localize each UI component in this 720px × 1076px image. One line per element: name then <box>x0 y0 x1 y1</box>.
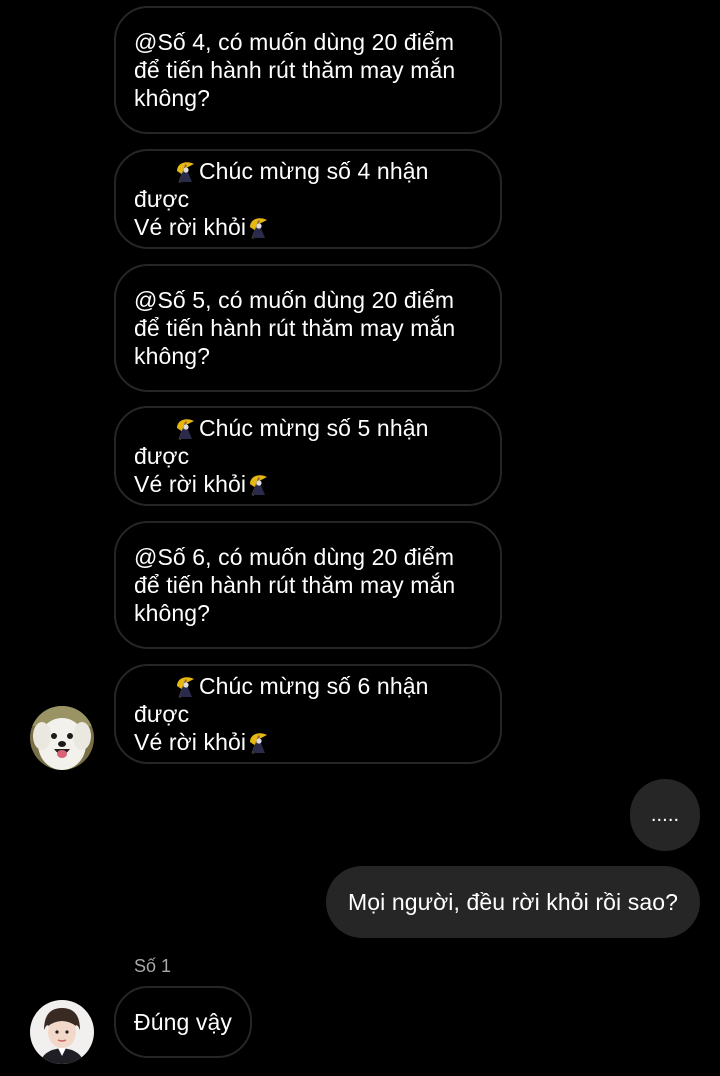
grim-reaper-emoji-icon <box>176 162 194 183</box>
grim-reaper-emoji-icon <box>250 218 268 239</box>
grim-reaper-emoji-icon <box>176 677 194 698</box>
message-bubble-incoming[interactable]: @Số 6, có muốn dùng 20 điểm để tiến hành … <box>114 521 502 649</box>
chat-thread: @Số 4, có muốn dùng 20 điểm để tiến hành … <box>0 0 720 1076</box>
message-bubble-incoming[interactable]: @Số 4, có muốn dùng 20 điểm để tiến hành … <box>114 6 502 134</box>
message-text: Chúc mừng số 6 nhận được Vé rời khỏi <box>134 673 435 755</box>
person-avatar[interactable] <box>30 1000 94 1064</box>
message-bubble-outgoing[interactable]: Mọi người, đều rời khỏi rồi sao? <box>326 866 700 938</box>
message-text: @Số 5, có muốn dùng 20 điểm để tiến hành … <box>134 287 456 369</box>
grim-reaper-emoji-icon <box>250 733 268 754</box>
message-text: Chúc mừng số 4 nhận được Vé rời khỏi <box>134 158 435 240</box>
grim-reaper-emoji-icon <box>250 475 268 496</box>
message-text: Đúng vậy <box>134 1009 232 1035</box>
dog-avatar-icon <box>30 706 94 770</box>
message-bubble-outgoing[interactable]: ..... <box>630 779 700 851</box>
dog-avatar[interactable] <box>30 706 94 770</box>
message-bubble-incoming[interactable]: Chúc mừng số 4 nhận được Vé rời khỏi <box>114 149 502 249</box>
message-bubble-incoming[interactable]: @Số 5, có muốn dùng 20 điểm để tiến hành … <box>114 264 502 392</box>
sender-name: Số 1 <box>134 956 172 976</box>
person-avatar-icon <box>30 1000 94 1064</box>
message-text: Chúc mừng số 5 nhận được Vé rời khỏi <box>134 415 435 497</box>
message-bubble-incoming[interactable]: Chúc mừng số 6 nhận được Vé rời khỏi <box>114 664 502 764</box>
message-text: @Số 4, có muốn dùng 20 điểm để tiến hành … <box>134 29 456 111</box>
message-text: ..... <box>650 804 680 826</box>
message-bubble-incoming[interactable]: Đúng vậy <box>114 986 252 1058</box>
grim-reaper-emoji-icon <box>176 419 194 440</box>
message-text: Mọi người, đều rời khỏi rồi sao? <box>347 889 679 915</box>
message-bubble-incoming[interactable]: Chúc mừng số 5 nhận được Vé rời khỏi <box>114 406 502 506</box>
message-text: @Số 6, có muốn dùng 20 điểm để tiến hành … <box>134 544 456 626</box>
